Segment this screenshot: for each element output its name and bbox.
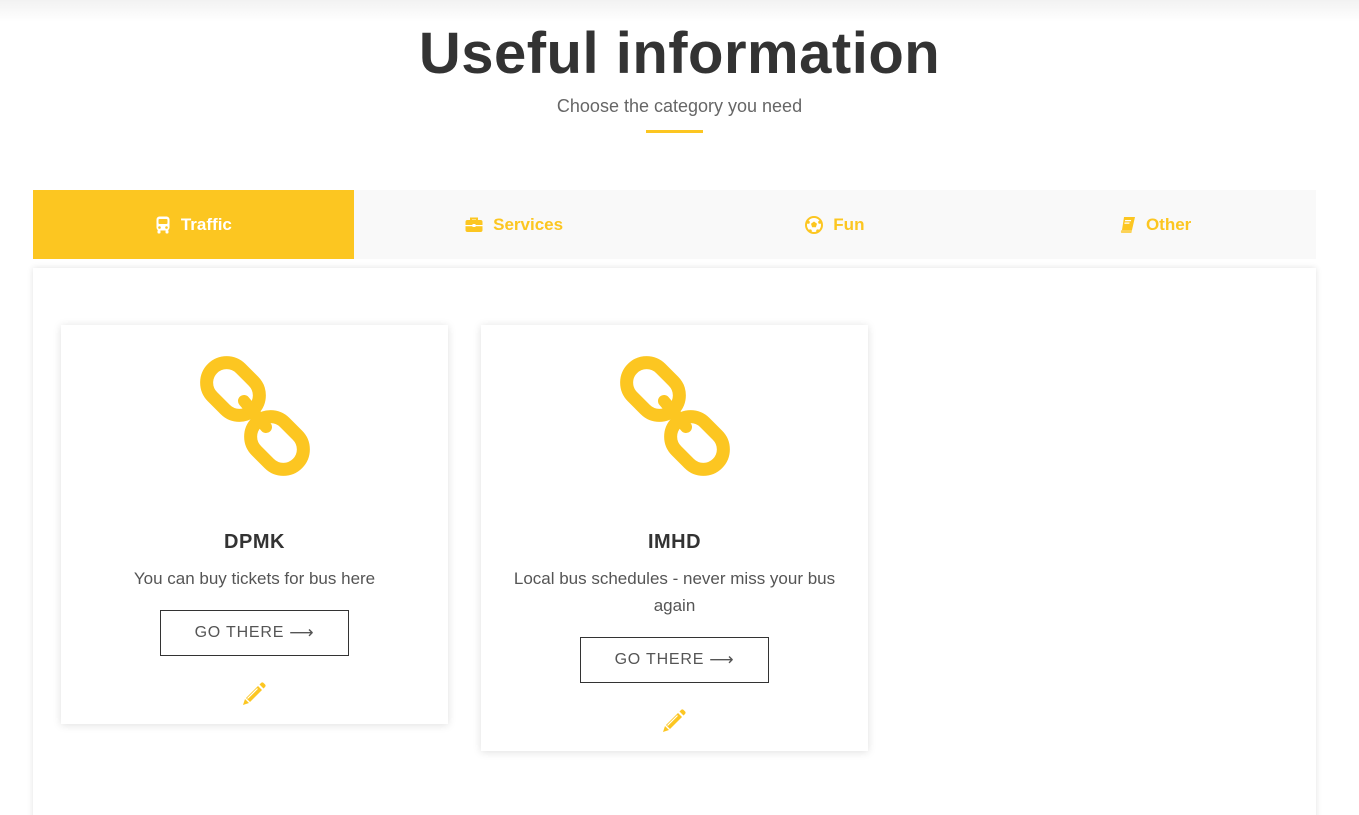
page-subtitle: Choose the category you need: [556, 96, 803, 116]
link-card-imhd: IMHD Local bus schedules - never miss yo…: [481, 325, 868, 751]
card-description: You can buy tickets for bus here: [133, 569, 376, 588]
pencil-icon[interactable]: [661, 708, 687, 734]
page-title: Useful information: [418, 21, 941, 86]
link-card-dpmk: DPMK You can buy tickets for bus here GO…: [61, 325, 448, 724]
go-there-button[interactable]: GO THERE ⟶: [580, 637, 769, 683]
card-title: DPMK: [224, 531, 285, 553]
category-tabs: Traffic Services Fun Other: [33, 190, 1316, 259]
briefcase-icon: [465, 217, 483, 232]
title-underline: [646, 130, 703, 133]
link-icon: [200, 356, 310, 476]
page: Useful information Choose the category y…: [0, 0, 1359, 815]
go-there-label: GO THERE: [194, 624, 285, 641]
tab-other[interactable]: Other: [995, 190, 1316, 259]
card-title: IMHD: [647, 531, 702, 553]
tab-services-label: Services: [493, 214, 564, 234]
tab-fun[interactable]: Fun: [675, 190, 996, 259]
book-icon: [1120, 216, 1135, 233]
card-description: Local bus schedules - never miss your bu…: [513, 569, 836, 615]
link-icon: [620, 356, 730, 476]
tab-traffic[interactable]: Traffic: [33, 190, 354, 259]
arrow-right-icon: ⟶: [289, 623, 315, 642]
pencil-icon[interactable]: [241, 681, 267, 707]
bus-icon: [156, 216, 170, 233]
tab-services[interactable]: Services: [354, 190, 675, 259]
tab-traffic-label: Traffic: [180, 214, 232, 234]
arrow-right-icon: ⟶: [709, 650, 735, 669]
go-there-button[interactable]: GO THERE ⟶: [160, 610, 349, 656]
tab-other-label: Other: [1145, 214, 1192, 234]
tab-fun-label: Fun: [833, 214, 865, 234]
go-there-label: GO THERE: [614, 651, 705, 668]
soccer-ball-icon: [805, 215, 824, 234]
top-shade: [0, 0, 1359, 22]
